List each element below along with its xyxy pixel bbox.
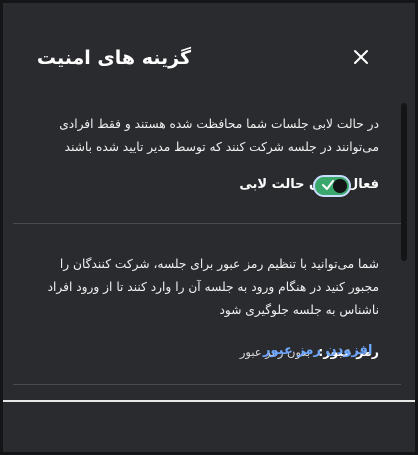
section-divider <box>13 384 401 385</box>
password-description: شما می‌توانید با تنظیم رمز عبور برای جلس… <box>27 253 379 322</box>
password-description-line: مجبور کنید در هنگام ورود به جلسه آن را و… <box>47 280 379 294</box>
toggle-knob <box>333 179 347 193</box>
dialog-title: گزینه های امنیت <box>36 47 191 69</box>
dialog-header: گزینه های امنیت <box>3 3 415 103</box>
password-description-line: ناشناس به جلسه جلوگیری شود <box>219 303 379 317</box>
lobby-description-line: در حالت لابی جلسات شما محافظت شده هستند … <box>59 117 379 131</box>
dialog-footer <box>3 402 415 452</box>
password-description-line: شما می‌توانید با تنظیم رمز عبور برای جلس… <box>59 257 379 271</box>
password-row: رمز عبور: بدون رمز عبور افزودن رمز عبور <box>27 339 379 365</box>
section-divider <box>13 223 401 224</box>
add-password-button[interactable]: افزودن رمز عبور <box>263 343 372 358</box>
scrollbar[interactable] <box>401 103 407 261</box>
lobby-toggle[interactable] <box>313 175 351 197</box>
security-options-dialog: گزینه های امنیت در حالت لابی جلسات شما م… <box>0 0 418 455</box>
lobby-toggle-label: فعال کردن حالت لابی <box>239 177 379 192</box>
lobby-description: در حالت لابی جلسات شما محافظت شده هستند … <box>27 113 379 159</box>
close-icon[interactable] <box>351 47 371 67</box>
lobby-description-line: می‌توانند در جلسه شرکت کنند که توسط مدیر… <box>64 140 379 154</box>
